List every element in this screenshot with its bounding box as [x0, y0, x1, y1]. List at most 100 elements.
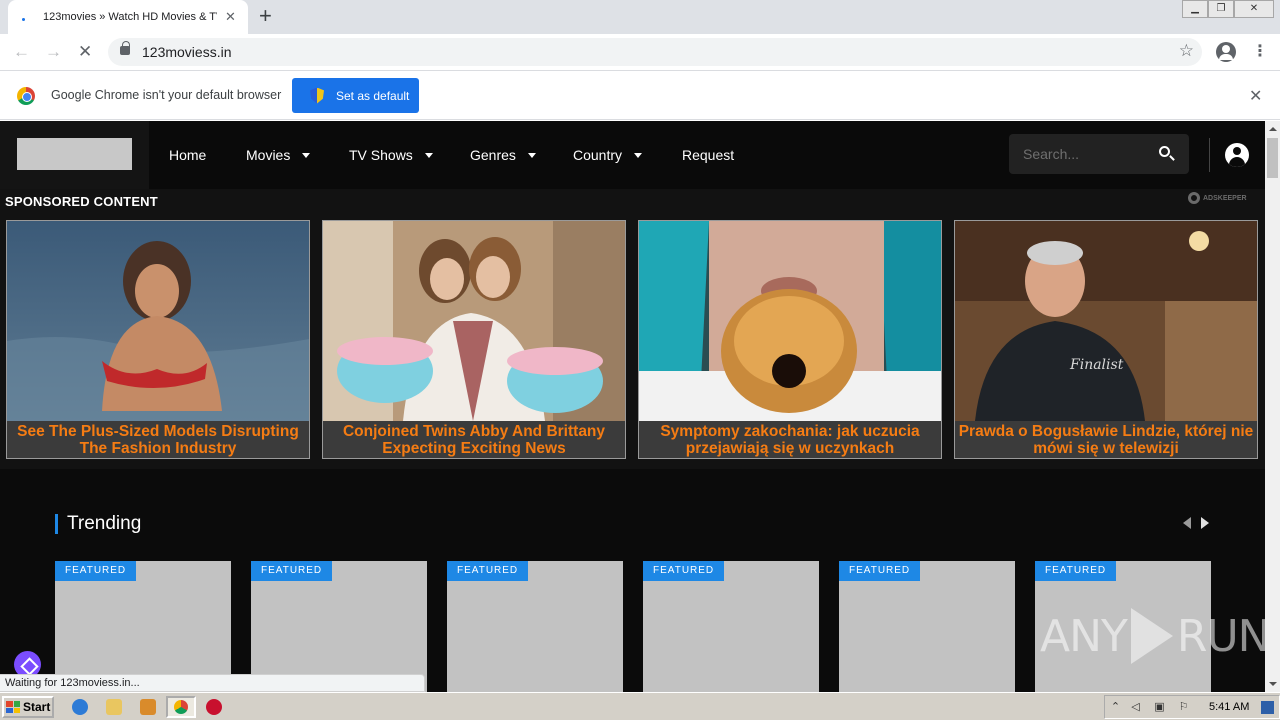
restore-button[interactable]: ❐	[1208, 0, 1234, 18]
search-input[interactable]	[1023, 146, 1153, 162]
caret-down-icon	[424, 152, 433, 158]
nav-home[interactable]: Home	[169, 147, 206, 163]
nav-movies[interactable]: Movies	[246, 147, 311, 163]
browser-toolbar: ← → ✕ 123moviess.in ☆ ⋮	[0, 34, 1280, 71]
featured-badge: FEATURED	[839, 561, 921, 581]
sponsored-card-caption[interactable]: See The Plus-Sized Models Disrupting The…	[7, 421, 309, 458]
trending-title: Trending	[67, 513, 142, 534]
nav-tv-shows-label: TV Shows	[349, 147, 413, 163]
carousel-prev-icon[interactable]	[1183, 517, 1191, 529]
network-icon[interactable]: ▣	[1153, 701, 1166, 714]
start-button[interactable]: Start	[2, 696, 54, 718]
user-account-icon[interactable]	[1225, 143, 1249, 167]
volume-icon[interactable]: ◁	[1129, 701, 1142, 714]
site-logo-placeholder[interactable]	[17, 138, 132, 170]
nav-genres-label: Genres	[470, 147, 516, 163]
forward-arrow-icon[interactable]: →	[45, 41, 62, 63]
nav-home-label: Home	[169, 147, 207, 163]
window-close-button[interactable]: ✕	[1234, 0, 1274, 18]
caret-down-icon	[634, 152, 643, 158]
page-scrollbar[interactable]	[1265, 121, 1280, 692]
featured-badge: FEATURED	[643, 561, 725, 581]
trending-poster[interactable]: FEATURED	[447, 561, 623, 692]
start-label: Start	[23, 700, 51, 714]
sponsored-card-image[interactable]	[639, 221, 941, 421]
internet-explorer-icon[interactable]	[72, 699, 88, 715]
trending-poster[interactable]: FEATURED	[643, 561, 819, 692]
chrome-logo-icon	[17, 87, 35, 105]
sponsored-card[interactable]: Symptomy zakochania: jak uczucia przejaw…	[638, 220, 942, 459]
trending-accent-bar	[55, 514, 58, 534]
tab-strip: 123movies » Watch HD Movies & TV ✕ + ▁ ❐…	[0, 0, 1280, 34]
action-center-flag-icon[interactable]: ⚐	[1177, 701, 1190, 714]
caret-down-icon	[302, 152, 311, 158]
nav-tv-shows[interactable]: TV Shows	[349, 147, 433, 163]
infobar-message: Google Chrome isn't your default browser	[51, 88, 282, 102]
header-divider	[1209, 138, 1210, 172]
nav-country[interactable]: Country	[573, 147, 643, 163]
set-as-default-button[interactable]: Set as default	[292, 78, 419, 113]
profile-avatar-icon[interactable]	[1216, 42, 1236, 62]
nav-request[interactable]: Request	[682, 147, 734, 163]
explorer-folder-icon[interactable]	[106, 699, 122, 715]
ad-network-logo[interactable]: ADSKEEPER	[1188, 192, 1247, 204]
bookmark-star-icon[interactable]: ☆	[1179, 41, 1194, 61]
back-arrow-icon[interactable]: ←	[13, 41, 30, 63]
sponsored-card[interactable]: Finalist Prawda o Bogusławie Lindzie, kt…	[954, 220, 1258, 459]
url-text[interactable]: 123moviess.in	[142, 44, 232, 60]
taskbar-clock[interactable]: 5:41 AM	[1209, 701, 1249, 713]
nav-country-label: Country	[573, 147, 623, 163]
ad-network-name: ADSKEEPER	[1203, 194, 1247, 202]
sponsored-card[interactable]: See The Plus-Sized Models Disrupting The…	[6, 220, 310, 459]
nav-request-label: Request	[682, 147, 735, 163]
new-tab-button[interactable]: +	[259, 4, 272, 28]
menu-kebab-icon[interactable]: ⋮	[1252, 42, 1268, 62]
tab-title: 123movies » Watch HD Movies & TV	[43, 11, 217, 23]
featured-badge: FEATURED	[447, 561, 529, 581]
address-bar[interactable]: 123moviess.in ☆	[108, 38, 1202, 66]
loading-spinner-icon	[18, 9, 34, 25]
sponsored-card-image[interactable]: Finalist	[955, 221, 1257, 421]
sponsored-card[interactable]: Conjoined Twins Abby And Brittany Expect…	[322, 220, 626, 459]
trending-poster[interactable]: FEATURED	[251, 561, 427, 692]
watermark-left: ANY	[1040, 610, 1128, 662]
chrome-icon	[174, 700, 188, 714]
media-player-icon[interactable]	[140, 699, 156, 715]
nav-genres[interactable]: Genres	[470, 147, 536, 163]
watermark-right: RUN	[1176, 610, 1271, 662]
scroll-up-icon[interactable]	[1269, 127, 1277, 131]
sponsored-section: SPONSORED CONTENT ADSKEEPER See The Plus…	[0, 189, 1265, 469]
featured-badge: FEATURED	[251, 561, 333, 581]
carousel-next-icon[interactable]	[1201, 517, 1209, 529]
sponsored-card-image[interactable]	[323, 221, 625, 421]
sponsored-card-caption[interactable]: Prawda o Bogusławie Lindzie, której nie …	[955, 421, 1257, 458]
tab-close-icon[interactable]: ✕	[225, 9, 236, 25]
chrome-taskbar-button[interactable]	[166, 696, 196, 718]
browser-tab[interactable]: 123movies » Watch HD Movies & TV ✕	[8, 0, 248, 34]
site-logo-area[interactable]	[0, 121, 149, 189]
caret-down-icon	[527, 152, 536, 158]
sponsored-card-image[interactable]	[7, 221, 309, 421]
adskeeper-ring-icon	[1188, 192, 1200, 204]
infobar-close-icon[interactable]: ✕	[1249, 86, 1262, 106]
search-icon[interactable]	[1159, 146, 1170, 157]
scroll-thumb[interactable]	[1267, 138, 1278, 178]
default-browser-infobar: Google Chrome isn't your default browser…	[0, 72, 1280, 120]
lock-icon[interactable]	[120, 41, 130, 55]
scroll-down-icon[interactable]	[1269, 682, 1277, 686]
minimize-button[interactable]: ▁	[1182, 0, 1208, 18]
tray-expand-icon[interactable]: ⌃	[1109, 701, 1122, 714]
sponsored-card-caption[interactable]: Symptomy zakochania: jak uczucia przejaw…	[639, 421, 941, 458]
stop-loading-icon[interactable]: ✕	[78, 41, 92, 63]
sponsored-card-caption[interactable]: Conjoined Twins Abby And Brittany Expect…	[323, 421, 625, 458]
show-desktop-icon[interactable]	[1261, 701, 1274, 714]
nav-movies-label: Movies	[246, 147, 291, 163]
featured-badge: FEATURED	[1035, 561, 1117, 581]
trending-poster[interactable]: FEATURED	[839, 561, 1015, 692]
sponsored-label: SPONSORED CONTENT	[5, 194, 158, 209]
opera-icon[interactable]	[206, 699, 222, 715]
site-header: Home Movies TV Shows Genres Country Requ…	[0, 121, 1265, 189]
trending-poster[interactable]: FEATURED	[55, 561, 231, 692]
uac-shield-icon	[310, 87, 324, 104]
set-as-default-label: Set as default	[336, 88, 410, 103]
